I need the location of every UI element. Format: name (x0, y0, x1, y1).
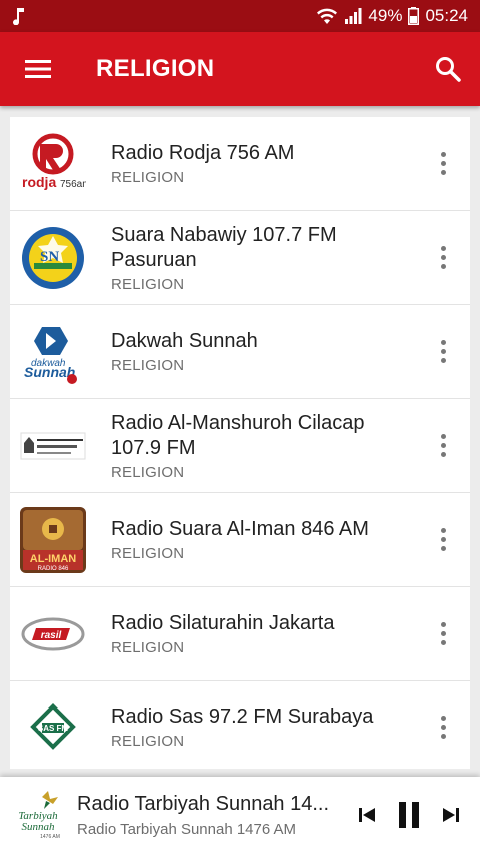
station-name: Radio Sas 97.2 FM Surabaya (111, 706, 374, 728)
station-genre: RELIGION (111, 463, 185, 481)
skip-next-icon (443, 808, 459, 822)
more-vert-icon (440, 340, 446, 363)
clock: 05:24 (425, 6, 468, 25)
app-bar: RELIGION (0, 32, 480, 106)
more-options-button[interactable] (416, 211, 470, 305)
menu-button[interactable] (0, 32, 76, 106)
station-name: Radio Suara Al-Iman 846 AM (111, 518, 369, 540)
svg-text:SAS FM: SAS FM (38, 724, 69, 733)
svg-text:RADIO 846: RADIO 846 (38, 566, 69, 572)
more-vert-icon (440, 528, 446, 551)
skip-previous-button[interactable] (346, 785, 388, 845)
station-logo (20, 413, 86, 479)
signal-icon (345, 8, 362, 24)
pause-icon (399, 802, 419, 828)
search-button[interactable] (416, 32, 480, 106)
svg-text:756am: 756am (60, 179, 86, 190)
station-genre: RELIGION (111, 545, 185, 562)
more-vert-icon (440, 622, 446, 645)
list-item[interactable]: rodja 756am Radio Rodja 756 AM RELIGION (10, 117, 470, 211)
svg-text:rasil: rasil (41, 630, 62, 641)
station-name: Radio Al-Manshuroh Cilacap 107.9 FM (111, 411, 365, 459)
music-note-icon (13, 8, 24, 25)
list-item[interactable]: SN Suara Nabawiy 107.7 FM Pasuruan RELIG… (10, 211, 470, 305)
more-vert-icon (440, 246, 446, 269)
svg-text:AL-IMAN: AL-IMAN (30, 553, 76, 565)
more-vert-icon (440, 152, 446, 175)
page-title: RELIGION (96, 55, 215, 82)
more-options-button[interactable] (416, 587, 470, 681)
svg-text:Sunnah: Sunnah (22, 821, 56, 833)
skip-next-button[interactable] (430, 785, 472, 845)
svg-text:1476 AM: 1476 AM (40, 834, 60, 840)
wifi-icon (317, 8, 338, 24)
tarbiyah-logo-icon: Tarbiyah Sunnah 1476 AM (18, 791, 60, 840)
more-options-button[interactable] (416, 681, 470, 770)
pause-button[interactable] (388, 785, 430, 845)
station-genre: RELIGION (111, 357, 185, 374)
more-options-button[interactable] (416, 493, 470, 587)
list-item[interactable]: SAS FM Radio Sas 97.2 FM Surabaya RELIGI… (10, 681, 470, 769)
station-logo: dakwah Sunnah (20, 319, 86, 385)
station-name: Radio Silaturahin Jakarta (111, 612, 335, 634)
station-logo: SN (20, 225, 86, 291)
player-subtitle: Radio Tarbiyah Sunnah 1476 AM (77, 820, 297, 838)
more-options-button[interactable] (416, 399, 470, 493)
list-item[interactable]: Radio Al-Manshuroh Cilacap 107.9 FM RELI… (10, 399, 470, 493)
player-logo: Tarbiyah Sunnah 1476 AM (10, 787, 66, 843)
more-options-button[interactable] (416, 305, 470, 399)
station-logo: AL-IMAN RADIO 846 (20, 506, 86, 573)
station-genre: RELIGION (111, 169, 185, 186)
station-name: Suara Nabawiy 107.7 FM Pasuruan (111, 223, 337, 271)
more-vert-icon (440, 716, 446, 739)
battery-icon (408, 7, 420, 25)
more-vert-icon (440, 434, 446, 457)
list-item[interactable]: rasil Radio Silaturahin Jakarta RELIGION (10, 587, 470, 681)
station-genre: RELIGION (111, 733, 185, 750)
station-list: rodja 756am Radio Rodja 756 AM RELIGION … (10, 117, 470, 769)
station-genre: RELIGION (111, 275, 185, 293)
battery-percent: 49% (368, 6, 403, 25)
station-name: Radio Rodja 756 AM (111, 142, 295, 164)
list-item[interactable]: AL-IMAN RADIO 846 Radio Suara Al-Iman 84… (10, 493, 470, 587)
search-icon (436, 57, 461, 82)
station-logo: SAS FM (20, 695, 86, 761)
player-title: Radio Tarbiyah Sunnah 14... (77, 792, 330, 815)
skip-previous-icon (359, 808, 375, 822)
station-name: Dakwah Sunnah (111, 330, 258, 352)
station-genre: RELIGION (111, 639, 185, 656)
mini-player[interactable]: Tarbiyah Sunnah 1476 AM Radio Tarbiyah S… (0, 777, 480, 853)
svg-text:SN: SN (40, 249, 59, 265)
hamburger-icon (25, 60, 51, 78)
svg-text:rodja: rodja (22, 174, 56, 190)
station-logo: rodja 756am (20, 131, 86, 197)
status-bar: 49% 05:24 (0, 0, 480, 32)
station-logo: rasil (20, 601, 86, 667)
more-options-button[interactable] (416, 117, 470, 211)
list-item[interactable]: dakwah Sunnah Dakwah Sunnah RELIGION (10, 305, 470, 399)
